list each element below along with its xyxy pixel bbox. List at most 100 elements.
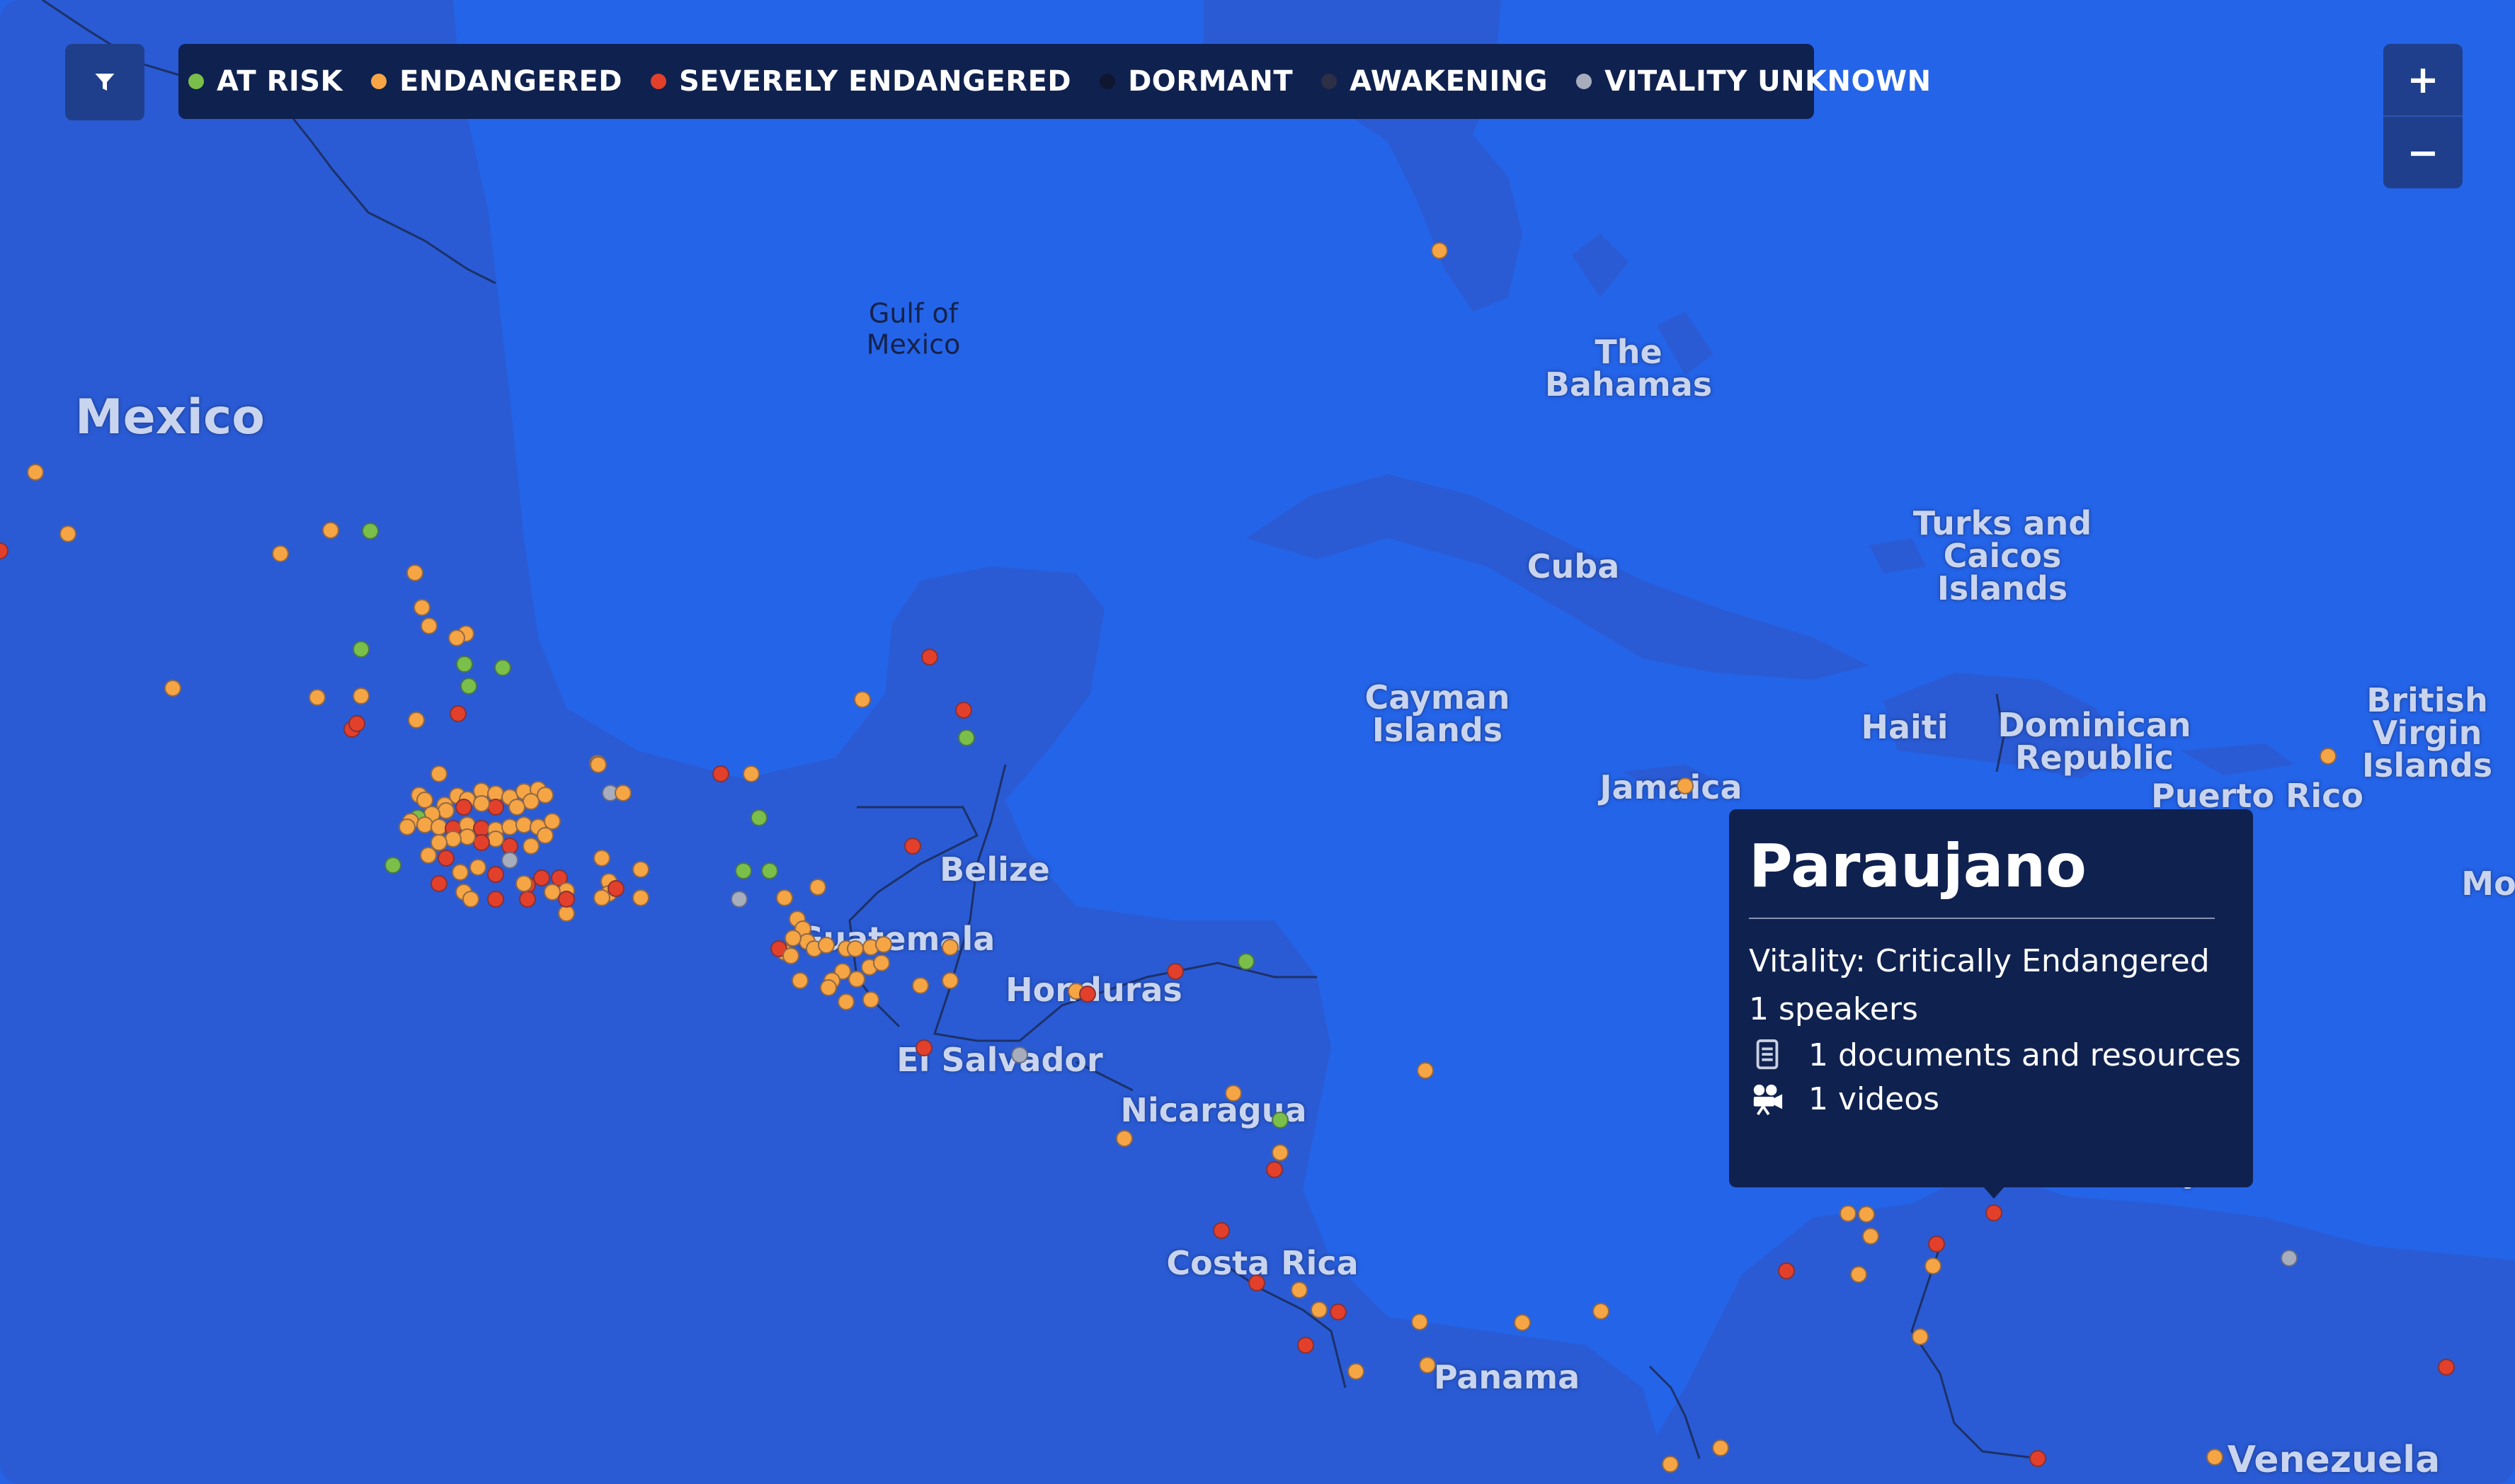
language-marker[interactable] bbox=[590, 756, 607, 773]
language-marker[interactable] bbox=[462, 891, 479, 908]
language-marker[interactable] bbox=[792, 972, 809, 989]
language-marker[interactable] bbox=[448, 629, 465, 646]
language-marker[interactable] bbox=[847, 940, 864, 957]
language-marker[interactable] bbox=[848, 971, 865, 988]
language-marker[interactable] bbox=[1311, 1301, 1328, 1318]
language-marker[interactable] bbox=[1677, 777, 1694, 794]
language-marker[interactable] bbox=[430, 875, 447, 892]
language-marker[interactable] bbox=[438, 802, 455, 819]
legend-item[interactable]: AWAKENING bbox=[1321, 65, 1548, 98]
language-marker[interactable] bbox=[1079, 986, 1096, 1003]
language-marker[interactable] bbox=[1662, 1456, 1679, 1473]
language-marker[interactable] bbox=[523, 838, 540, 855]
language-marker[interactable] bbox=[2281, 1250, 2298, 1267]
language-marker[interactable] bbox=[164, 680, 181, 697]
language-marker[interactable] bbox=[421, 617, 438, 634]
language-marker[interactable] bbox=[558, 891, 575, 908]
language-marker[interactable] bbox=[2438, 1359, 2455, 1376]
language-marker[interactable] bbox=[487, 891, 504, 908]
language-marker[interactable] bbox=[1248, 1274, 1265, 1291]
language-marker[interactable] bbox=[487, 831, 504, 847]
language-marker[interactable] bbox=[712, 765, 729, 782]
language-marker[interactable] bbox=[272, 545, 289, 562]
language-marker[interactable] bbox=[1266, 1161, 1283, 1178]
language-marker[interactable] bbox=[751, 809, 768, 826]
legend-item[interactable]: DORMANT bbox=[1100, 65, 1293, 98]
language-marker[interactable] bbox=[593, 889, 610, 906]
language-marker[interactable] bbox=[1272, 1144, 1289, 1161]
language-marker[interactable] bbox=[420, 847, 437, 864]
language-marker[interactable] bbox=[487, 866, 504, 883]
tooltip-videos[interactable]: 1 videos bbox=[1749, 1078, 2233, 1121]
language-marker[interactable] bbox=[455, 799, 472, 816]
legend-item[interactable]: AT RISK bbox=[188, 65, 343, 98]
language-marker[interactable] bbox=[942, 939, 959, 956]
language-marker[interactable] bbox=[875, 936, 892, 953]
language-marker[interactable] bbox=[452, 864, 469, 881]
language-marker[interactable] bbox=[743, 765, 760, 782]
legend-item[interactable]: SEVERELY ENDANGERED bbox=[650, 65, 1071, 98]
language-marker[interactable] bbox=[469, 859, 486, 876]
language-marker[interactable] bbox=[508, 799, 525, 816]
language-marker[interactable] bbox=[537, 827, 554, 844]
language-marker[interactable] bbox=[1858, 1206, 1875, 1223]
language-marker[interactable] bbox=[1862, 1228, 1879, 1245]
language-marker[interactable] bbox=[515, 875, 532, 892]
language-marker[interactable] bbox=[1840, 1205, 1857, 1222]
language-marker[interactable] bbox=[309, 689, 326, 706]
language-marker[interactable] bbox=[1225, 1085, 1242, 1102]
language-marker[interactable] bbox=[406, 564, 423, 581]
language-marker[interactable] bbox=[445, 831, 462, 847]
language-marker[interactable] bbox=[862, 991, 879, 1008]
language-marker[interactable] bbox=[916, 1039, 933, 1056]
language-marker[interactable] bbox=[27, 464, 44, 481]
language-marker[interactable] bbox=[1011, 1046, 1028, 1063]
language-marker[interactable] bbox=[1272, 1112, 1289, 1129]
language-marker[interactable] bbox=[1850, 1266, 1867, 1283]
map-canvas[interactable]: Mexico Gulf of Mexico The Bahamas Cuba Turks… bbox=[0, 0, 2515, 1484]
language-marker[interactable] bbox=[438, 850, 455, 867]
language-marker[interactable] bbox=[921, 649, 938, 666]
language-marker[interactable] bbox=[776, 889, 793, 906]
language-marker[interactable] bbox=[450, 705, 467, 722]
language-marker[interactable] bbox=[399, 818, 416, 835]
language-marker[interactable] bbox=[1985, 1204, 2002, 1221]
language-marker[interactable] bbox=[735, 862, 752, 879]
language-marker[interactable] bbox=[1297, 1337, 1314, 1354]
language-marker[interactable] bbox=[1431, 242, 1448, 259]
language-marker[interactable] bbox=[1411, 1313, 1428, 1330]
language-marker[interactable] bbox=[1213, 1222, 1230, 1239]
language-marker[interactable] bbox=[533, 869, 550, 886]
language-marker[interactable] bbox=[473, 795, 490, 812]
language-marker[interactable] bbox=[912, 977, 929, 994]
language-marker[interactable] bbox=[348, 715, 365, 732]
language-marker[interactable] bbox=[2029, 1450, 2046, 1467]
language-marker[interactable] bbox=[353, 641, 370, 658]
tooltip-documents[interactable]: 1 documents and resources bbox=[1749, 1034, 2241, 1078]
language-marker[interactable] bbox=[942, 972, 959, 989]
language-marker[interactable] bbox=[1167, 963, 1184, 980]
language-marker[interactable] bbox=[615, 784, 632, 801]
language-marker[interactable] bbox=[593, 850, 610, 867]
language-marker[interactable] bbox=[608, 880, 625, 897]
language-marker[interactable] bbox=[731, 891, 748, 908]
language-marker[interactable] bbox=[1712, 1439, 1729, 1456]
language-marker[interactable] bbox=[414, 599, 430, 616]
language-marker[interactable] bbox=[1238, 953, 1255, 970]
language-marker[interactable] bbox=[820, 979, 837, 996]
language-marker[interactable] bbox=[1419, 1357, 1436, 1374]
language-marker[interactable] bbox=[1417, 1062, 1434, 1079]
language-marker[interactable] bbox=[430, 765, 447, 782]
language-marker[interactable] bbox=[519, 891, 536, 908]
language-marker[interactable] bbox=[2206, 1449, 2223, 1466]
language-marker[interactable] bbox=[2320, 748, 2337, 765]
language-marker[interactable] bbox=[838, 993, 855, 1010]
language-marker[interactable] bbox=[809, 879, 826, 896]
language-marker[interactable] bbox=[384, 857, 401, 874]
language-marker[interactable] bbox=[1514, 1314, 1531, 1331]
language-marker[interactable] bbox=[761, 862, 778, 879]
language-marker[interactable] bbox=[904, 838, 921, 855]
language-marker[interactable] bbox=[632, 889, 649, 906]
language-marker[interactable] bbox=[1928, 1235, 1945, 1252]
language-marker[interactable] bbox=[1924, 1257, 1941, 1274]
